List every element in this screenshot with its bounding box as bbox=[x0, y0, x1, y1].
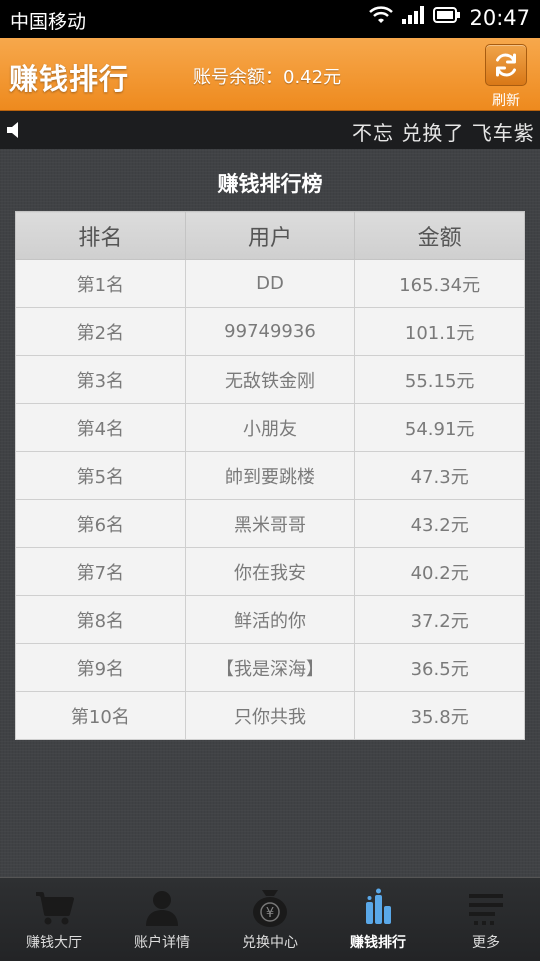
wifi-icon bbox=[369, 5, 394, 30]
table-row: 第2名 99749936 101.1元 bbox=[15, 307, 525, 356]
nav-item-exchange-center[interactable]: ¥ 兑换中心 bbox=[216, 878, 324, 961]
nav-item-more[interactable]: 更多 bbox=[432, 878, 540, 961]
user-cell: 你在我安 bbox=[184, 547, 356, 596]
user-cell: DD bbox=[184, 259, 356, 308]
svg-text:¥: ¥ bbox=[266, 906, 274, 921]
refresh-label: 刷新 bbox=[492, 93, 520, 109]
table-row: 第5名 帥到要跳楼 47.3元 bbox=[15, 451, 525, 500]
rank-cell: 第7名 bbox=[15, 547, 186, 596]
table-row: 第9名 【我是深海】 36.5元 bbox=[15, 643, 525, 692]
rank-cell: 第2名 bbox=[15, 307, 186, 356]
menu-icon bbox=[432, 886, 540, 930]
cart-icon bbox=[0, 886, 108, 930]
rank-cell: 第4名 bbox=[15, 403, 186, 452]
table-header-row: 排名 用户 金额 bbox=[15, 211, 525, 260]
nav-label: 赚钱大厅 bbox=[26, 935, 82, 951]
user-cell: 无敌铁金刚 bbox=[184, 355, 356, 404]
amount-cell: 35.8元 bbox=[354, 691, 525, 740]
rank-cell: 第5名 bbox=[15, 451, 186, 500]
amount-cell: 55.15元 bbox=[354, 355, 525, 404]
bottom-navigation: 赚钱大厅 账户详情 ¥ 兑换中心 赚钱排行 更多 bbox=[0, 877, 540, 961]
rank-cell: 第6名 bbox=[15, 499, 186, 548]
amount-cell: 165.34元 bbox=[354, 259, 525, 308]
refresh-icon[interactable] bbox=[485, 44, 527, 86]
user-icon bbox=[108, 886, 216, 930]
nav-label: 赚钱排行 bbox=[350, 935, 406, 951]
column-header-user: 用户 bbox=[184, 211, 356, 260]
ranking-content: 赚钱排行榜 排名 用户 金额 第1名 DD 165.34元 第2名 997499… bbox=[0, 149, 540, 877]
nav-item-account-details[interactable]: 账户详情 bbox=[108, 878, 216, 961]
ranking-bars-icon bbox=[324, 886, 432, 930]
nav-item-earn-hall[interactable]: 赚钱大厅 bbox=[0, 878, 108, 961]
amount-cell: 54.91元 bbox=[354, 403, 525, 452]
table-row: 第1名 DD 165.34元 bbox=[15, 259, 525, 308]
amount-cell: 40.2元 bbox=[354, 547, 525, 596]
rank-cell: 第10名 bbox=[15, 691, 186, 740]
app-header: 赚钱排行 账号余额：0.42元 刷新 bbox=[0, 38, 540, 111]
rank-cell: 第1名 bbox=[15, 259, 186, 308]
user-cell: 99749936 bbox=[184, 307, 356, 356]
table-row: 第6名 黑米哥哥 43.2元 bbox=[15, 499, 525, 548]
board-title: 赚钱排行榜 bbox=[217, 172, 323, 196]
clock: 20:47 bbox=[469, 5, 530, 30]
user-cell: 帥到要跳楼 bbox=[184, 451, 356, 500]
table-row: 第10名 只你共我 35.8元 bbox=[15, 691, 525, 740]
nav-label: 账户详情 bbox=[134, 935, 190, 951]
account-balance: 账号余额：0.42元 bbox=[193, 67, 342, 88]
announcement-bar: 不忘 兑换了 飞车紫 bbox=[0, 111, 540, 150]
column-header-rank: 排名 bbox=[15, 211, 186, 260]
speaker-icon bbox=[5, 120, 23, 144]
battery-icon bbox=[433, 6, 461, 29]
table-row: 第7名 你在我安 40.2元 bbox=[15, 547, 525, 596]
rank-cell: 第9名 bbox=[15, 643, 186, 692]
status-icons: 20:47 bbox=[369, 5, 530, 30]
amount-cell: 47.3元 bbox=[354, 451, 525, 500]
user-cell: 黑米哥哥 bbox=[184, 499, 356, 548]
refresh-button[interactable]: 刷新 bbox=[484, 44, 528, 109]
user-cell: 鲜活的你 bbox=[184, 595, 356, 644]
announcement-text: 不忘 兑换了 飞车紫 bbox=[352, 121, 535, 145]
user-cell: 小朋友 bbox=[184, 403, 356, 452]
nav-label: 兑换中心 bbox=[242, 935, 298, 951]
rank-cell: 第8名 bbox=[15, 595, 186, 644]
yen-bag-icon: ¥ bbox=[216, 886, 324, 930]
ranking-table: 排名 用户 金额 第1名 DD 165.34元 第2名 99749936 101… bbox=[15, 211, 525, 740]
nav-label: 更多 bbox=[472, 935, 500, 951]
amount-cell: 101.1元 bbox=[354, 307, 525, 356]
user-cell: 【我是深海】 bbox=[184, 643, 356, 692]
nav-item-earn-ranking[interactable]: 赚钱排行 bbox=[324, 878, 432, 961]
table-row: 第4名 小朋友 54.91元 bbox=[15, 403, 525, 452]
amount-cell: 43.2元 bbox=[354, 499, 525, 548]
status-bar: 中国移动 20:47 bbox=[0, 0, 540, 38]
table-row: 第3名 无敌铁金刚 55.15元 bbox=[15, 355, 525, 404]
user-cell: 只你共我 bbox=[184, 691, 356, 740]
amount-cell: 37.2元 bbox=[354, 595, 525, 644]
rank-cell: 第3名 bbox=[15, 355, 186, 404]
column-header-amount: 金额 bbox=[354, 211, 525, 260]
table-row: 第8名 鲜活的你 37.2元 bbox=[15, 595, 525, 644]
page-title: 赚钱排行 bbox=[9, 62, 130, 96]
amount-cell: 36.5元 bbox=[354, 643, 525, 692]
carrier-name: 中国移动 bbox=[10, 11, 87, 33]
signal-icon bbox=[401, 5, 425, 30]
